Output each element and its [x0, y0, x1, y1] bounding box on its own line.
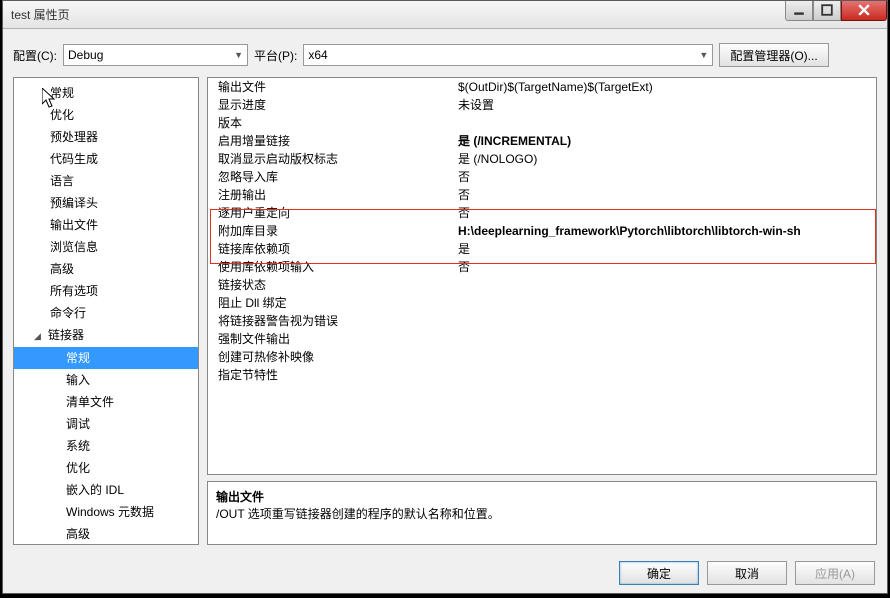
property-key: 附加库目录 — [208, 222, 458, 240]
tree-item[interactable]: 优化 — [14, 104, 198, 126]
description-title: 输出文件 — [216, 488, 868, 505]
property-value: 否 — [458, 204, 876, 222]
platform-label: 平台(P): — [254, 47, 297, 64]
property-row[interactable]: 链接库依赖项是 — [208, 240, 876, 258]
property-value: 是 (/NOLOGO) — [458, 150, 876, 168]
window-title: test 属性页 — [11, 6, 785, 23]
property-row[interactable]: 创建可热修补映像 — [208, 348, 876, 366]
tree-item[interactable]: 高级 — [14, 523, 198, 545]
property-value — [458, 294, 876, 312]
chevron-down-icon: ▼ — [699, 50, 708, 60]
dialog-buttons: 确定 取消 应用(A) — [3, 555, 887, 585]
nav-tree[interactable]: 常规优化预处理器代码生成语言预编译头输出文件浏览信息高级所有选项命令行链接器常规… — [13, 77, 199, 545]
property-row[interactable]: 使用库依赖项输入否 — [208, 258, 876, 276]
property-value — [458, 348, 876, 366]
property-key: 创建可热修补映像 — [208, 348, 458, 366]
property-value — [458, 312, 876, 330]
property-row[interactable]: 启用增量链接是 (/INCREMENTAL) — [208, 132, 876, 150]
chevron-down-icon: ▼ — [234, 50, 243, 60]
tree-item[interactable]: 预编译头 — [14, 192, 198, 214]
apply-button[interactable]: 应用(A) — [795, 561, 875, 585]
close-button[interactable] — [841, 1, 887, 21]
property-page-window: test 属性页 配置(C): Debug▼ 平台(P): x64▼ 配置管理器… — [2, 0, 888, 594]
property-row[interactable]: 链接状态 — [208, 276, 876, 294]
property-row[interactable]: 逐用户重定向否 — [208, 204, 876, 222]
property-value: 是 — [458, 240, 876, 258]
property-row[interactable]: 将链接器警告视为错误 — [208, 312, 876, 330]
property-row[interactable]: 忽略导入库否 — [208, 168, 876, 186]
property-row[interactable]: 版本 — [208, 114, 876, 132]
property-row[interactable]: 指定节特性 — [208, 366, 876, 384]
tree-item[interactable]: 调试 — [14, 413, 198, 435]
config-label: 配置(C): — [13, 47, 57, 64]
property-value: H:\deeplearning_framework\Pytorch\libtor… — [458, 222, 876, 240]
property-row[interactable]: 取消显示启动版权标志是 (/NOLOGO) — [208, 150, 876, 168]
tree-item[interactable]: 所有选项 — [14, 280, 198, 302]
property-key: 显示进度 — [208, 96, 458, 114]
property-key: 逐用户重定向 — [208, 204, 458, 222]
description-body: /OUT 选项重写链接器创建的程序的默认名称和位置。 — [216, 505, 868, 522]
ok-button[interactable]: 确定 — [619, 561, 699, 585]
property-key: 使用库依赖项输入 — [208, 258, 458, 276]
tree-item[interactable]: 输入 — [14, 369, 198, 391]
property-row[interactable]: 阻止 Dll 绑定 — [208, 294, 876, 312]
config-combo[interactable]: Debug▼ — [63, 44, 248, 66]
property-key: 忽略导入库 — [208, 168, 458, 186]
tree-item[interactable]: 常规 — [14, 82, 198, 104]
property-key: 注册输出 — [208, 186, 458, 204]
property-value — [458, 330, 876, 348]
property-key: 阻止 Dll 绑定 — [208, 294, 458, 312]
property-row[interactable]: 显示进度未设置 — [208, 96, 876, 114]
property-value — [458, 276, 876, 294]
description-pane: 输出文件 /OUT 选项重写链接器创建的程序的默认名称和位置。 — [207, 481, 877, 545]
property-value: 未设置 — [458, 96, 876, 114]
property-key: 链接状态 — [208, 276, 458, 294]
maximize-button[interactable] — [813, 1, 841, 21]
property-value — [458, 114, 876, 132]
tree-item[interactable]: 优化 — [14, 457, 198, 479]
property-value: $(OutDir)$(TargetName)$(TargetExt) — [458, 78, 876, 96]
titlebar[interactable]: test 属性页 — [3, 1, 887, 29]
property-row[interactable]: 附加库目录H:\deeplearning_framework\Pytorch\l… — [208, 222, 876, 240]
tree-item[interactable]: 系统 — [14, 435, 198, 457]
config-toolbar: 配置(C): Debug▼ 平台(P): x64▼ 配置管理器(O)... — [3, 29, 887, 77]
property-grid[interactable]: 输出文件$(OutDir)$(TargetName)$(TargetExt)显示… — [207, 77, 877, 475]
property-row[interactable]: 输出文件$(OutDir)$(TargetName)$(TargetExt) — [208, 78, 876, 96]
tree-group-linker[interactable]: 链接器 — [14, 324, 198, 347]
tree-item[interactable]: 浏览信息 — [14, 236, 198, 258]
property-key: 启用增量链接 — [208, 132, 458, 150]
property-value: 否 — [458, 168, 876, 186]
property-value: 否 — [458, 258, 876, 276]
tree-item[interactable]: 代码生成 — [14, 148, 198, 170]
tree-item[interactable]: 常规 — [14, 347, 198, 369]
property-key: 链接库依赖项 — [208, 240, 458, 258]
property-row[interactable]: 强制文件输出 — [208, 330, 876, 348]
config-manager-button[interactable]: 配置管理器(O)... — [719, 43, 828, 67]
tree-item[interactable]: Windows 元数据 — [14, 501, 198, 523]
tree-item[interactable]: 高级 — [14, 258, 198, 280]
tree-item[interactable]: 嵌入的 IDL — [14, 479, 198, 501]
property-row[interactable]: 注册输出否 — [208, 186, 876, 204]
tree-item[interactable]: 清单文件 — [14, 391, 198, 413]
property-value — [458, 366, 876, 384]
minimize-button[interactable] — [785, 1, 813, 21]
property-value: 是 (/INCREMENTAL) — [458, 132, 876, 150]
property-key: 强制文件输出 — [208, 330, 458, 348]
property-key: 取消显示启动版权标志 — [208, 150, 458, 168]
property-key: 输出文件 — [208, 78, 458, 96]
property-key: 指定节特性 — [208, 366, 458, 384]
property-key: 版本 — [208, 114, 458, 132]
tree-item[interactable]: 输出文件 — [14, 214, 198, 236]
cancel-button[interactable]: 取消 — [707, 561, 787, 585]
property-key: 将链接器警告视为错误 — [208, 312, 458, 330]
property-value: 否 — [458, 186, 876, 204]
tree-item[interactable]: 命令行 — [14, 302, 198, 324]
tree-item[interactable]: 预处理器 — [14, 126, 198, 148]
platform-combo[interactable]: x64▼ — [303, 44, 713, 66]
tree-item[interactable]: 语言 — [14, 170, 198, 192]
